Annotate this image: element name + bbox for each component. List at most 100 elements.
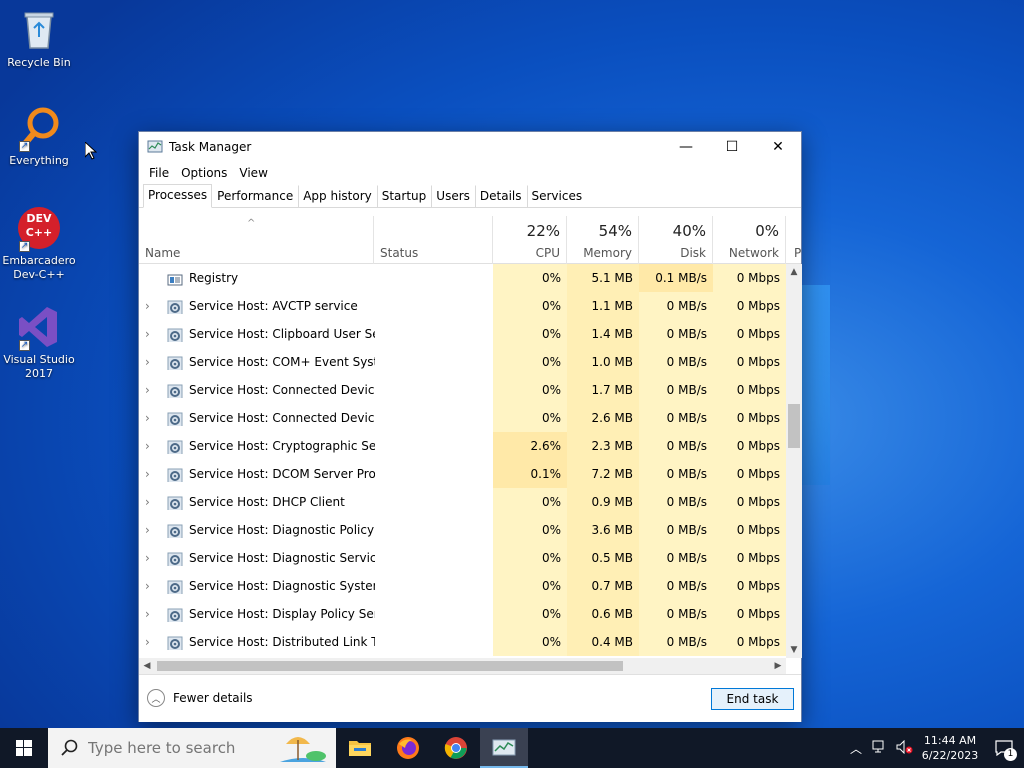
table-row[interactable]: › Service Host: Connected Device... 0% 2… bbox=[139, 404, 786, 432]
table-row[interactable]: › Service Host: Clipboard User Ser... 0%… bbox=[139, 320, 786, 348]
service-gear-icon bbox=[167, 522, 183, 538]
tab-startup[interactable]: Startup bbox=[376, 185, 432, 207]
process-memory: 3.6 MB bbox=[567, 516, 639, 544]
process-memory: 7.2 MB bbox=[567, 460, 639, 488]
fewer-details-toggle[interactable]: ︿ Fewer details bbox=[147, 689, 253, 707]
expand-chevron-icon[interactable]: › bbox=[145, 404, 159, 432]
maximize-button[interactable]: ☐ bbox=[709, 132, 755, 162]
column-header-power[interactable]: P bbox=[786, 216, 801, 264]
column-header-status[interactable]: Status bbox=[374, 216, 493, 264]
network-icon[interactable] bbox=[868, 740, 892, 757]
desktop-icon-everything[interactable]: ↗ Everything bbox=[1, 106, 77, 168]
service-gear-icon bbox=[167, 578, 183, 594]
tab-processes[interactable]: Processes bbox=[143, 184, 213, 208]
process-memory: 2.3 MB bbox=[567, 432, 639, 460]
process-cpu: 0% bbox=[493, 572, 567, 600]
column-header-name[interactable]: ^ Name bbox=[139, 216, 374, 264]
devcpp-icon: DEV C++ ↗ bbox=[17, 206, 61, 252]
desktop-icon-recycle-bin[interactable]: Recycle Bin bbox=[1, 8, 77, 70]
process-name: Service Host: Diagnostic System... bbox=[189, 579, 375, 593]
horizontal-scroll-thumb[interactable] bbox=[157, 661, 623, 671]
process-network: 0 Mbps bbox=[713, 544, 786, 572]
taskbar-chrome[interactable] bbox=[432, 728, 480, 768]
process-cpu: 2.6% bbox=[493, 432, 567, 460]
expand-chevron-icon[interactable]: › bbox=[145, 320, 159, 348]
table-row[interactable]: › Service Host: COM+ Event Syste... 0% 1… bbox=[139, 348, 786, 376]
expand-chevron-icon[interactable]: › bbox=[145, 628, 159, 656]
table-row[interactable]: › Service Host: Distributed Link Tr... 0… bbox=[139, 628, 786, 656]
scroll-up-arrow-icon[interactable]: ▲ bbox=[786, 264, 802, 280]
table-row[interactable]: › Service Host: Diagnostic System... 0% … bbox=[139, 572, 786, 600]
process-disk: 0 MB/s bbox=[639, 628, 713, 656]
process-disk: 0 MB/s bbox=[639, 460, 713, 488]
search-input[interactable] bbox=[88, 739, 278, 757]
scroll-right-arrow-icon[interactable]: ▶ bbox=[770, 658, 786, 674]
close-button[interactable]: ✕ bbox=[755, 132, 801, 162]
vertical-scroll-thumb[interactable] bbox=[788, 404, 800, 448]
process-cpu: 0% bbox=[493, 516, 567, 544]
process-cpu: 0% bbox=[493, 628, 567, 656]
expand-chevron-icon[interactable]: › bbox=[145, 348, 159, 376]
expand-chevron-icon[interactable]: › bbox=[145, 460, 159, 488]
taskbar-file-explorer[interactable] bbox=[336, 728, 384, 768]
taskbar-task-manager[interactable] bbox=[480, 728, 528, 768]
table-row[interactable]: › Service Host: DHCP Client 0% 0.9 MB 0 … bbox=[139, 488, 786, 516]
recycle-bin-icon bbox=[17, 8, 61, 52]
devcpp-icon-text: DEV C++ bbox=[25, 212, 53, 239]
tab-performance[interactable]: Performance bbox=[212, 185, 298, 207]
end-task-button[interactable]: End task bbox=[711, 688, 794, 710]
column-header-disk[interactable]: 40% Disk bbox=[639, 216, 713, 264]
taskbar-clock[interactable]: 11:44 AM 6/22/2023 bbox=[916, 733, 984, 763]
title-bar[interactable]: Task Manager — ☐ ✕ bbox=[139, 132, 801, 162]
row-spacer bbox=[145, 264, 159, 292]
table-row[interactable]: › Service Host: Diagnostic Policy ... 0%… bbox=[139, 516, 786, 544]
menu-view[interactable]: View bbox=[233, 166, 273, 180]
start-button[interactable] bbox=[0, 728, 48, 768]
column-header-memory[interactable]: 54% Memory bbox=[567, 216, 639, 264]
expand-chevron-icon[interactable]: › bbox=[145, 292, 159, 320]
column-header-network[interactable]: 0% Network bbox=[713, 216, 786, 264]
desktop-icon-visual-studio[interactable]: ↗ Visual Studio 2017 bbox=[1, 305, 77, 381]
process-network: 0 Mbps bbox=[713, 292, 786, 320]
tab-users[interactable]: Users bbox=[431, 185, 475, 207]
expand-chevron-icon[interactable]: › bbox=[145, 600, 159, 628]
menu-file[interactable]: File bbox=[143, 166, 175, 180]
expand-chevron-icon[interactable]: › bbox=[145, 572, 159, 600]
volume-muted-icon[interactable] bbox=[892, 739, 916, 757]
vertical-scrollbar[interactable]: ▲ ▼ bbox=[786, 264, 802, 658]
tab-app-history[interactable]: App history bbox=[298, 185, 377, 207]
process-network: 0 Mbps bbox=[713, 376, 786, 404]
table-row[interactable]: › Service Host: Cryptographic Ser... 2.6… bbox=[139, 432, 786, 460]
taskbar-firefox[interactable] bbox=[384, 728, 432, 768]
minimize-button[interactable]: — bbox=[663, 132, 709, 162]
expand-chevron-icon[interactable]: › bbox=[145, 544, 159, 572]
action-center-button[interactable]: 1 bbox=[984, 728, 1024, 768]
task-manager-icon bbox=[492, 739, 516, 756]
table-row[interactable]: › Service Host: Display Policy Serv... 0… bbox=[139, 600, 786, 628]
scroll-left-arrow-icon[interactable]: ◀ bbox=[139, 658, 155, 674]
table-row[interactable]: › Service Host: DCOM Server Proc... 0.1%… bbox=[139, 460, 786, 488]
horizontal-scrollbar[interactable]: ◀ ▶ bbox=[139, 658, 786, 674]
taskbar-search-box[interactable] bbox=[48, 728, 336, 768]
service-gear-icon bbox=[167, 466, 183, 482]
table-row[interactable]: › Service Host: Connected Device... 0% 1… bbox=[139, 376, 786, 404]
process-memory: 1.4 MB bbox=[567, 320, 639, 348]
menu-options[interactable]: Options bbox=[175, 166, 233, 180]
expand-chevron-icon[interactable]: › bbox=[145, 488, 159, 516]
desktop-icon-devcpp[interactable]: DEV C++ ↗ Embarcadero Dev-C++ bbox=[1, 206, 77, 282]
tab-details[interactable]: Details bbox=[474, 185, 527, 207]
window-title: Task Manager bbox=[169, 140, 252, 154]
column-header-cpu[interactable]: 22% CPU bbox=[493, 216, 567, 264]
table-row[interactable]: Registry 0% 5.1 MB 0.1 MB/s 0 Mbps bbox=[139, 264, 786, 292]
expand-chevron-icon[interactable]: › bbox=[145, 376, 159, 404]
expand-chevron-icon[interactable]: › bbox=[145, 516, 159, 544]
process-disk: 0 MB/s bbox=[639, 600, 713, 628]
expand-chevron-icon[interactable]: › bbox=[145, 432, 159, 460]
tab-services[interactable]: Services bbox=[526, 185, 588, 207]
table-row[interactable]: › Service Host: Diagnostic Service... 0%… bbox=[139, 544, 786, 572]
chevron-up-icon[interactable]: ︿ bbox=[844, 740, 868, 757]
scroll-down-arrow-icon[interactable]: ▼ bbox=[786, 642, 802, 658]
process-memory: 5.1 MB bbox=[567, 264, 639, 292]
process-network: 0 Mbps bbox=[713, 600, 786, 628]
table-row[interactable]: › Service Host: AVCTP service 0% 1.1 MB … bbox=[139, 292, 786, 320]
